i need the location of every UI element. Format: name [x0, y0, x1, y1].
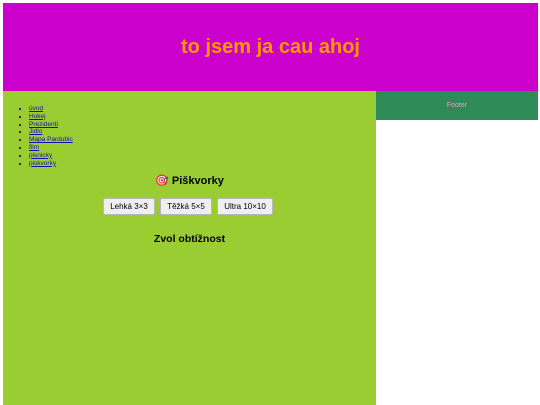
nav-link-uvod[interactable]: úvod — [29, 105, 43, 112]
nav-link-hokej[interactable]: Hokej — [29, 113, 46, 120]
page-footer: Footer — [376, 91, 538, 120]
main-content: úvod Hokej Prezidenti Jidlo Mapa Pardubi… — [3, 91, 376, 405]
footer-text: Footer — [446, 102, 468, 109]
ultra-difficulty-button[interactable]: Ultra 10×10 — [217, 198, 273, 215]
nav-link-pisnicky[interactable]: pisnicky — [29, 152, 52, 159]
nav-item-film: film — [29, 144, 73, 152]
page-title: to jsem ja cau ahoj — [181, 35, 360, 58]
easy-difficulty-button[interactable]: Lehká 3×3 — [103, 198, 155, 215]
nav-link-mapa-pardubic[interactable]: Mapa Pardubic — [29, 136, 73, 143]
nav-link-jidlo[interactable]: Jidlo — [29, 128, 42, 135]
nav-link-film[interactable]: film — [29, 144, 39, 151]
nav-list: úvod Hokej Prezidenti Jidlo Mapa Pardubi… — [11, 105, 73, 167]
nav-item-uvod: úvod — [29, 105, 73, 113]
nav-link-prezidenti[interactable]: Prezidenti — [29, 121, 58, 128]
hard-difficulty-button[interactable]: Těžká 5×5 — [160, 198, 212, 215]
page-header: to jsem ja cau ahoj — [3, 3, 538, 91]
nav-item-piskvorky: piskvorky — [29, 160, 73, 168]
game-heading: 🎯 Piškvorky — [3, 174, 376, 187]
nav-item-jidlo: Jidlo — [29, 128, 73, 136]
nav-item-pisnicky: pisnicky — [29, 152, 73, 160]
target-icon: 🎯 — [155, 175, 169, 187]
page: to jsem ja cau ahoj úvod Hokej Prezident… — [0, 0, 540, 405]
nav-item-prezidenti: Prezidenti — [29, 121, 73, 129]
nav-item-mapa-pardubic: Mapa Pardubic — [29, 136, 73, 144]
nav-item-hokej: Hokej — [29, 113, 73, 121]
nav-link-piskvorky[interactable]: piskvorky — [29, 160, 56, 167]
game-status: Zvol obtížnost — [153, 233, 226, 245]
difficulty-buttons: Lehká 3×3 Těžká 5×5 Ultra 10×10 — [103, 198, 273, 215]
game-title: Piškvorky — [171, 175, 224, 187]
